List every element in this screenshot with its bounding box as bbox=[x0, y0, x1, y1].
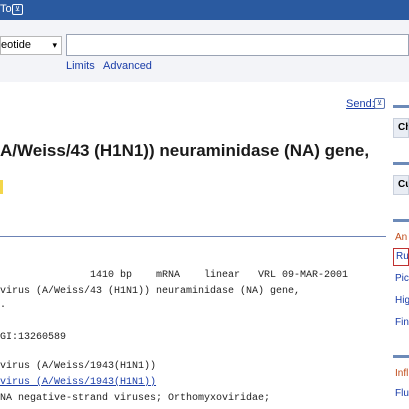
sidebar-box-customize[interactable]: Cu bbox=[393, 175, 409, 195]
genbank-line-definition-cont: . bbox=[0, 300, 7, 311]
sidebar-link-pick[interactable]: Pic bbox=[395, 273, 409, 284]
sidebar-section-influenza: Infl bbox=[395, 368, 409, 379]
sidebar-rule bbox=[393, 162, 409, 165]
sidebar-item-run[interactable]: Ru bbox=[393, 248, 409, 266]
caret-down-icon: ▾ bbox=[52, 40, 57, 50]
sidebar-link-highlight[interactable]: Hig bbox=[395, 295, 409, 306]
top-bar: To ⊻ bbox=[0, 0, 409, 20]
sidebar-rule bbox=[393, 219, 409, 222]
limits-link[interactable]: Limits bbox=[66, 60, 95, 72]
chevron-down-icon[interactable]: ⊻ bbox=[12, 4, 23, 15]
genbank-line-locus: 1410 bp mRNA linear VRL 09-MAR-2001 bbox=[0, 270, 349, 281]
page-title: A/Weiss/43 (H1N1)) neuraminidase (NA) ge… bbox=[0, 141, 370, 160]
top-bar-label: To bbox=[0, 3, 12, 15]
send-link[interactable]: Send: bbox=[346, 98, 375, 110]
search-input[interactable] bbox=[66, 34, 409, 56]
sidebar-rule bbox=[393, 105, 409, 108]
sidebar-link-flu[interactable]: Flu bbox=[395, 388, 409, 399]
genbank-line-source: virus (A/Weiss/1943(H1N1)) bbox=[0, 361, 157, 372]
genbank-line-version: GI:13260589 bbox=[0, 332, 67, 343]
search-bar: eotide ▾ Limits Advanced bbox=[0, 20, 409, 82]
divider bbox=[0, 236, 386, 237]
genbank-organism-link[interactable]: virus (A/Weiss/1943(H1N1)) bbox=[0, 377, 156, 389]
genbank-line-lineage: NA negative-strand viruses; Orthomyxovir… bbox=[0, 393, 271, 404]
database-select[interactable]: eotide ▾ bbox=[0, 36, 62, 55]
highlight-marker bbox=[0, 180, 3, 194]
sidebar-link-find[interactable]: Fin bbox=[395, 317, 409, 328]
genbank-line-definition: virus (A/Weiss/43 (H1N1)) neuraminidase … bbox=[0, 286, 301, 297]
advanced-link[interactable]: Advanced bbox=[103, 60, 152, 72]
send-dropdown-icon[interactable]: ⊻ bbox=[374, 98, 385, 109]
sidebar-rule bbox=[393, 355, 409, 358]
database-select-value: eotide bbox=[1, 39, 31, 51]
sidebar-box-change[interactable]: Ch bbox=[393, 118, 409, 138]
sidebar-analyze-heading: An bbox=[395, 232, 408, 243]
right-sidebar: Ch Cu An Ru Pic Hig Fin Infl Flu bbox=[393, 100, 409, 409]
